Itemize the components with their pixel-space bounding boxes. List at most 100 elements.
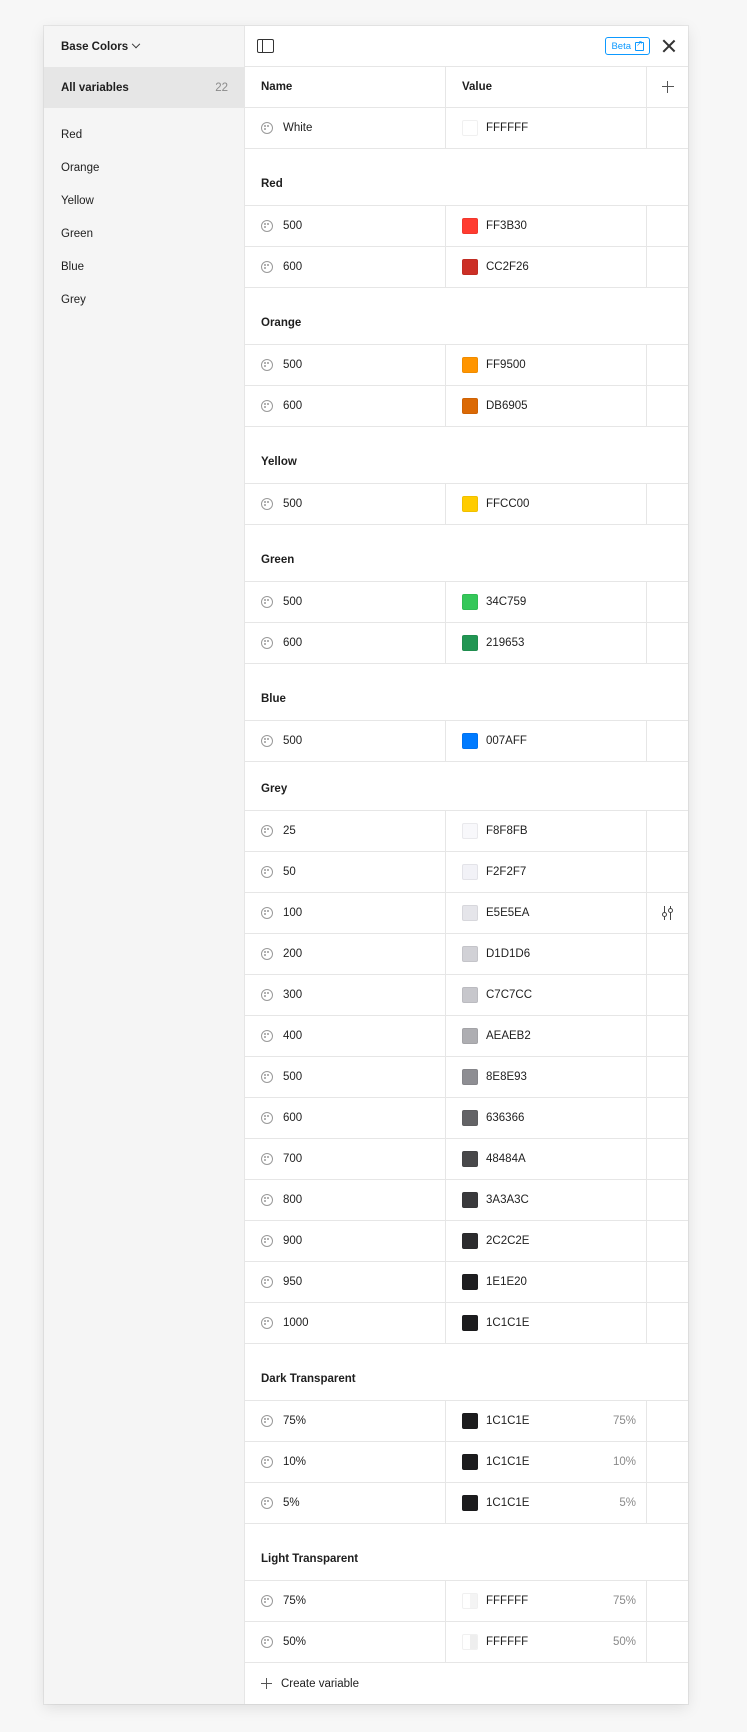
table-row[interactable]: 900 2C2C2E (245, 1221, 688, 1262)
variable-value-cell[interactable]: 219653 (446, 623, 647, 663)
table-row[interactable]: 50 F2F2F7 (245, 852, 688, 893)
variable-name-cell[interactable]: 100 (245, 893, 446, 933)
variable-name-cell[interactable]: 950 (245, 1262, 446, 1302)
color-swatch[interactable] (462, 864, 478, 880)
color-swatch[interactable] (462, 987, 478, 1003)
table-row[interactable]: 600 DB6905 (245, 386, 688, 427)
variable-value-cell[interactable]: 636366 (446, 1098, 647, 1138)
color-swatch[interactable] (462, 259, 478, 275)
table-row[interactable]: 500 34C759 (245, 582, 688, 623)
table-row[interactable]: 300 C7C7CC (245, 975, 688, 1016)
color-swatch[interactable] (462, 496, 478, 512)
table-row[interactable]: 25 F8F8FB (245, 811, 688, 852)
variable-value-cell[interactable]: DB6905 (446, 386, 647, 426)
variable-name-cell[interactable]: 500 (245, 582, 446, 622)
color-swatch[interactable] (462, 1274, 478, 1290)
color-swatch[interactable] (462, 594, 478, 610)
color-swatch[interactable] (462, 1454, 478, 1470)
variable-value-cell[interactable]: 1C1C1E 10% (446, 1442, 647, 1482)
variable-value-cell[interactable]: 1C1C1E (446, 1303, 647, 1343)
variable-name-cell[interactable]: 25 (245, 811, 446, 851)
table-row[interactable]: 500 007AFF (245, 721, 688, 762)
sidebar-item-yellow[interactable]: Yellow (44, 184, 244, 217)
variable-name-cell[interactable]: 600 (245, 623, 446, 663)
variable-name-cell[interactable]: 50% (245, 1622, 446, 1662)
variable-name-cell[interactable]: 500 (245, 206, 446, 246)
variable-name-cell[interactable]: 1000 (245, 1303, 446, 1343)
variable-value-cell[interactable]: FF3B30 (446, 206, 647, 246)
table-row[interactable]: 600 219653 (245, 623, 688, 664)
color-swatch[interactable] (462, 1110, 478, 1126)
variable-name-cell[interactable]: 900 (245, 1221, 446, 1261)
color-swatch[interactable] (462, 1315, 478, 1331)
table-row[interactable]: 200 D1D1D6 (245, 934, 688, 975)
variable-value-cell[interactable]: FF9500 (446, 345, 647, 385)
sidebar-item-green[interactable]: Green (44, 217, 244, 250)
variable-value-cell[interactable]: 3A3A3C (446, 1180, 647, 1220)
create-variable-button[interactable]: Create variable (245, 1663, 688, 1704)
variable-name-cell[interactable]: 600 (245, 1098, 446, 1138)
variable-value-cell[interactable]: C7C7CC (446, 975, 647, 1015)
variable-name-cell[interactable]: 500 (245, 345, 446, 385)
variable-value-cell[interactable]: FFFFFF (446, 108, 647, 148)
table-row[interactable]: 10% 1C1C1E 10% (245, 1442, 688, 1483)
variable-value-cell[interactable]: 1C1C1E 5% (446, 1483, 647, 1523)
variable-name-cell[interactable]: 5% (245, 1483, 446, 1523)
color-swatch[interactable] (462, 823, 478, 839)
variable-name-cell[interactable]: 50 (245, 852, 446, 892)
table-row[interactable]: 100 E5E5EA (245, 893, 688, 934)
table-row[interactable]: 400 AEAEB2 (245, 1016, 688, 1057)
color-swatch[interactable] (462, 635, 478, 651)
close-icon[interactable] (662, 39, 676, 53)
table-row[interactable]: White FFFFFF (245, 108, 688, 149)
variable-value-cell[interactable]: FFFFFF 50% (446, 1622, 647, 1662)
variable-value-cell[interactable]: 2C2C2E (446, 1221, 647, 1261)
sidebar-item-red[interactable]: Red (44, 118, 244, 151)
color-swatch[interactable] (462, 1069, 478, 1085)
variable-name-cell[interactable]: 700 (245, 1139, 446, 1179)
variable-name-cell[interactable]: 200 (245, 934, 446, 974)
variable-name-cell[interactable]: 600 (245, 247, 446, 287)
variable-value-cell[interactable]: AEAEB2 (446, 1016, 647, 1056)
color-swatch[interactable] (462, 120, 478, 136)
table-row[interactable]: 700 48484A (245, 1139, 688, 1180)
variable-name-cell[interactable]: 600 (245, 386, 446, 426)
color-swatch[interactable] (462, 1233, 478, 1249)
variable-value-cell[interactable]: CC2F26 (446, 247, 647, 287)
table-row[interactable]: 5% 1C1C1E 5% (245, 1483, 688, 1524)
color-swatch[interactable] (462, 1593, 478, 1609)
table-row[interactable]: 500 8E8E93 (245, 1057, 688, 1098)
variable-value-cell[interactable]: 007AFF (446, 721, 647, 761)
table-row[interactable]: 600 636366 (245, 1098, 688, 1139)
color-swatch[interactable] (462, 1028, 478, 1044)
sidebar-item-blue[interactable]: Blue (44, 250, 244, 283)
table-row[interactable]: 50% FFFFFF 50% (245, 1622, 688, 1663)
variable-value-cell[interactable]: F2F2F7 (446, 852, 647, 892)
color-swatch[interactable] (462, 218, 478, 234)
variable-name-cell[interactable]: 300 (245, 975, 446, 1015)
table-row[interactable]: 600 CC2F26 (245, 247, 688, 288)
color-swatch[interactable] (462, 1495, 478, 1511)
table-row[interactable]: 500 FF3B30 (245, 206, 688, 247)
variable-value-cell[interactable]: 1E1E20 (446, 1262, 647, 1302)
color-swatch[interactable] (462, 357, 478, 373)
color-swatch[interactable] (462, 1413, 478, 1429)
table-row[interactable]: 500 FF9500 (245, 345, 688, 386)
table-row[interactable]: 1000 1C1C1E (245, 1303, 688, 1344)
color-swatch[interactable] (462, 733, 478, 749)
table-row[interactable]: 800 3A3A3C (245, 1180, 688, 1221)
color-swatch[interactable] (462, 1192, 478, 1208)
variable-value-cell[interactable]: 48484A (446, 1139, 647, 1179)
table-row[interactable]: 500 FFCC00 (245, 484, 688, 525)
variable-value-cell[interactable]: 34C759 (446, 582, 647, 622)
collection-selector[interactable]: Base Colors (44, 26, 244, 67)
table-row[interactable]: 75% FFFFFF 75% (245, 1581, 688, 1622)
variable-name-cell[interactable]: 10% (245, 1442, 446, 1482)
variable-value-cell[interactable]: FFCC00 (446, 484, 647, 524)
sidebar-item-grey[interactable]: Grey (44, 283, 244, 316)
variable-value-cell[interactable]: E5E5EA (446, 893, 647, 933)
sidebar-item-all-variables[interactable]: All variables 22 (44, 67, 244, 108)
color-swatch[interactable] (462, 905, 478, 921)
edit-variable-icon[interactable] (661, 906, 675, 920)
variable-value-cell[interactable]: FFFFFF 75% (446, 1581, 647, 1621)
